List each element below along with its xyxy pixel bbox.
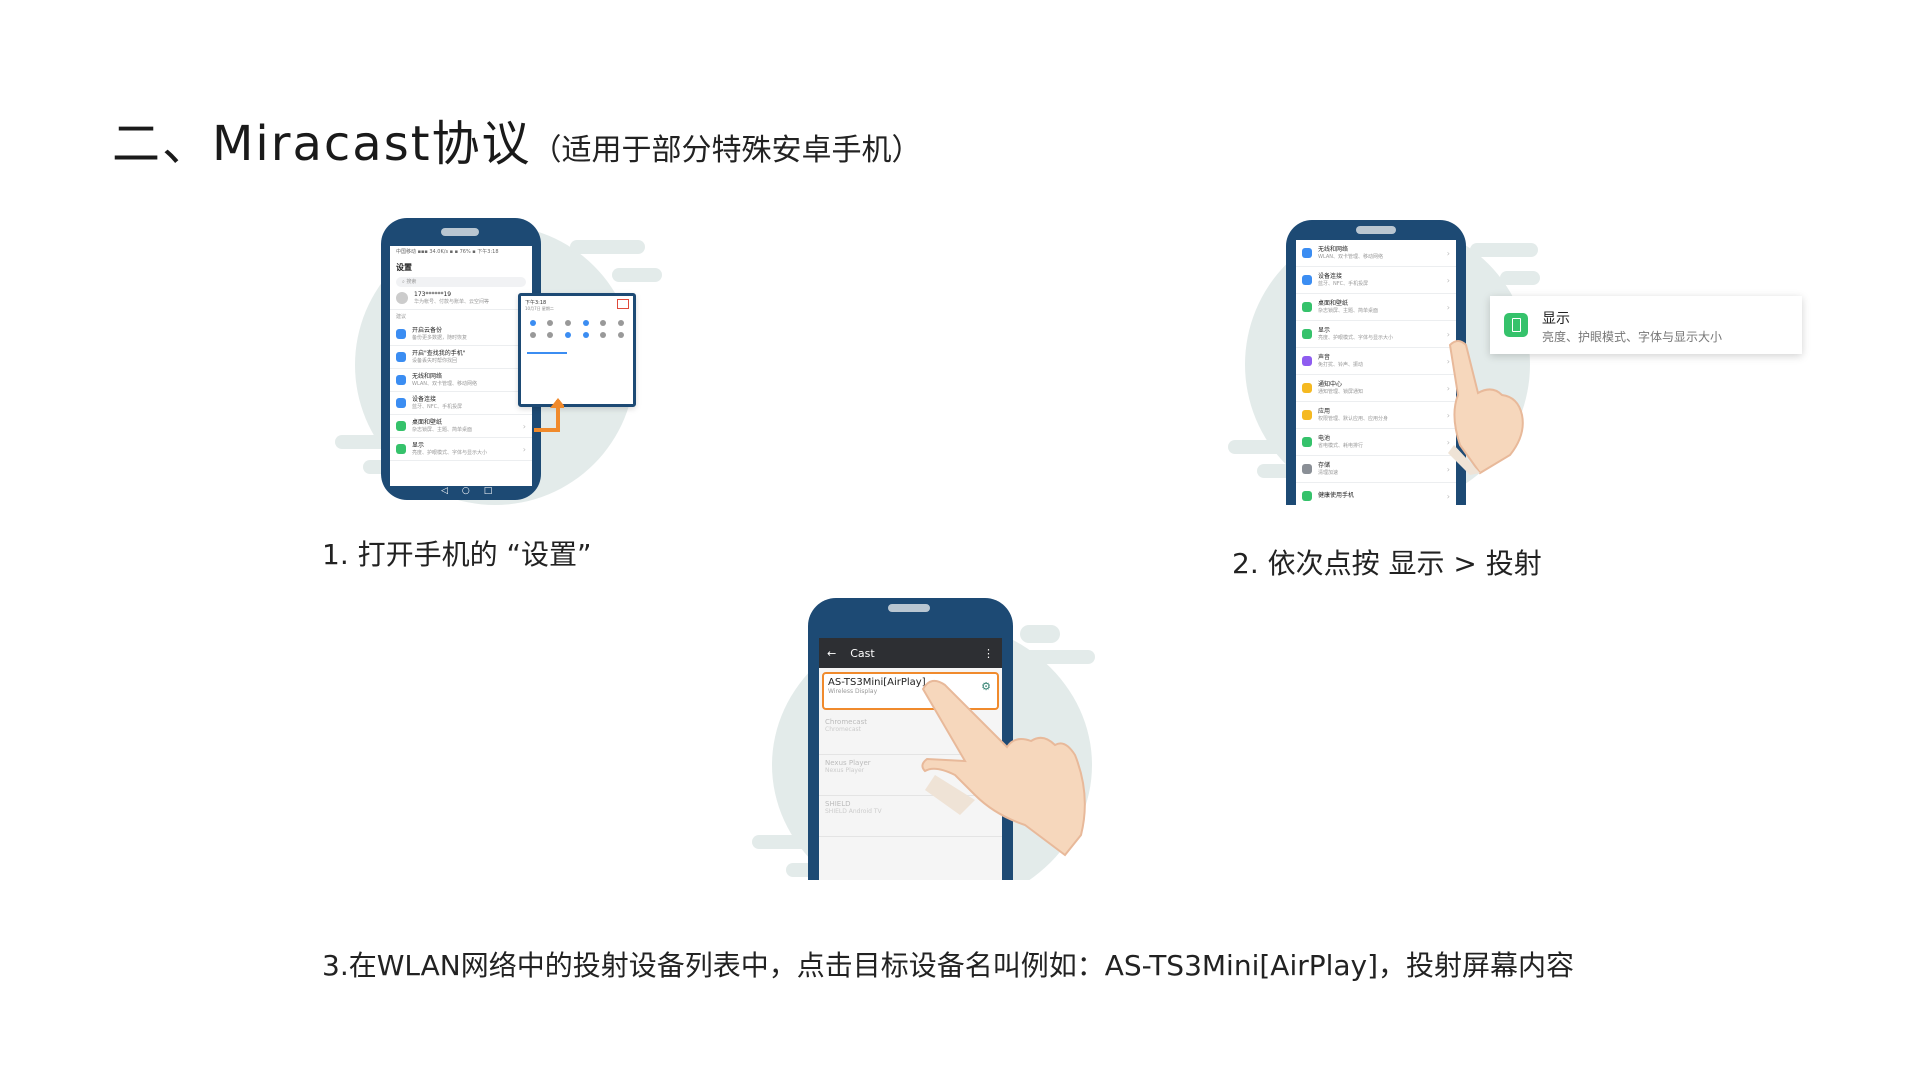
phone-2-screen: 无线和网络 WLAN、双卡管理、移动网络 › 设备连接 蓝牙、NFC、手机投屏 … [1296,240,1456,530]
page-title: 二、Miracast协议（适用于部分特殊安卓手机） [112,104,922,174]
qs-toggle-grid [521,312,633,346]
cloud-decoration [1500,271,1540,285]
rotate-icon[interactable] [618,320,625,326]
avatar [396,292,408,304]
setting-icon [1302,302,1312,312]
bluetooth-icon[interactable] [547,320,554,326]
airplane-icon[interactable] [547,332,554,338]
location-icon[interactable] [565,332,572,338]
settings-item[interactable]: 通知中心 通知管理、锁屏通知 › [1296,375,1456,402]
phone-speaker [441,228,479,236]
data-icon[interactable] [600,320,607,326]
settings-item[interactable]: 存储 清理加速 › [1296,456,1456,483]
setting-icon [1302,437,1312,447]
account-row[interactable]: 173******19 华为帐号、付款与账单、云空间等 [390,287,532,310]
back-icon[interactable]: ← [827,647,836,660]
search-input[interactable]: ⌕ 搜索 [396,277,526,287]
settings-item[interactable]: 显示 亮度、护眼模式、字体与显示大小 › [1296,321,1456,348]
section-label: 建议 [396,314,407,320]
settings-item[interactable]: 显示 亮度、护眼模式、字体与显示大小 › [390,438,532,461]
cloud-decoration [1020,650,1095,664]
settings-item[interactable]: 声音 免打扰、铃声、振动 › [1296,348,1456,375]
display-callout: 显示 亮度、护眼模式、字体与显示大小 [1490,296,1802,354]
chevron-right-icon: › [522,421,526,431]
setting-icon [396,352,406,362]
settings-list: 开启云备份 备份更多数据，随时恢复 › 开启"查找我的手机" 设备丢失时帮你找回… [390,323,532,461]
chevron-right-icon: › [522,444,526,454]
status-bar: 中国移动 ▪▪▪ 34.0K/s ▪ ▪ 76% ▪ 下午3:18 [396,249,499,255]
flashlight-icon[interactable] [565,320,572,326]
pointing-hand [1448,340,1524,475]
cloud-decoration [1020,625,1060,643]
brightness-slider[interactable] [527,352,567,354]
settings-item[interactable]: 应用 权限管理、默认应用、应用分身 › [1296,402,1456,429]
settings-item[interactable]: 桌面和壁纸 杂志锁屏、主题、简单桌面 › [1296,294,1456,321]
settings-item[interactable]: 桌面和壁纸 杂志锁屏、主题、简单桌面 › [390,415,532,438]
clip-mask [800,880,1040,940]
quick-settings-panel: 下午3:18 10月7日 星期二 [518,293,636,407]
eye-comfort-icon[interactable] [582,320,589,326]
setting-icon [1302,275,1312,285]
setting-icon [1302,356,1312,366]
callout-desc: 亮度、护眼模式、字体与显示大小 [1542,330,1723,344]
wifi-icon[interactable] [529,320,536,326]
step-1-caption: 1. 打开手机的 “设置” [322,538,592,571]
chevron-right-icon: › [1446,302,1450,312]
phone-2: 无线和网络 WLAN、双卡管理、移动网络 › 设备连接 蓝牙、NFC、手机投屏 … [1286,220,1466,530]
chevron-right-icon: › [1446,275,1450,285]
setting-icon [1302,383,1312,393]
screenshot-icon[interactable] [618,332,625,338]
settings-item[interactable]: 电池 省电模式、耗电排行 › [1296,429,1456,456]
title-subtitle: （适用于部分特殊安卓手机） [531,133,922,168]
settings-item[interactable]: 开启"查找我的手机" 设备丢失时帮你找回 › [390,346,532,369]
settings-title: 设置 [396,263,412,272]
toolbar-title: Cast [850,646,875,660]
phone-1-screen: 中国移动 ▪▪▪ 34.0K/s ▪ ▪ 76% ▪ 下午3:18 设置 ⌕ 搜… [390,246,532,486]
setting-icon [396,421,406,431]
pointing-hand [921,679,1086,857]
step-3-caption: 3.在WLAN网络中的投射设备列表中，点击目标设备名叫例如：AS-TS3Mini… [322,949,1575,982]
share-icon[interactable] [529,332,536,338]
callout-title: 显示 [1542,311,1570,327]
settings-item[interactable]: 设备连接 蓝牙、NFC、手机投屏 › [1296,267,1456,294]
setting-icon [1302,248,1312,258]
phone-speaker [888,604,930,612]
cloud-decoration [570,240,645,254]
setting-icon [396,375,406,385]
hotspot-icon[interactable] [582,332,589,338]
gear-icon[interactable] [617,299,629,309]
setting-icon [1302,329,1312,339]
settings-list: 无线和网络 WLAN、双卡管理、移动网络 › 设备连接 蓝牙、NFC、手机投屏 … [1296,240,1456,510]
menu-icon[interactable]: ⋮ [983,647,994,660]
settings-item[interactable]: 无线和网络 WLAN、双卡管理、移动网络 › [390,369,532,392]
setting-icon [1302,464,1312,474]
settings-item[interactable]: 设备连接 蓝牙、NFC、手机投屏 › [390,392,532,415]
cloud-decoration [612,268,662,282]
chevron-right-icon: › [1446,491,1450,501]
phone-speaker [1356,226,1396,234]
chevron-right-icon: › [1446,248,1450,258]
setting-icon [396,329,406,339]
setting-icon [1302,491,1312,501]
arrow-icon [534,398,564,432]
step-2-caption: 2. 依次点按 显示 > 投射 [1232,547,1542,580]
setting-icon [396,444,406,454]
cloud-decoration [1470,243,1538,257]
title-main: 二、Miracast协议 [112,116,532,172]
phone-1: 中国移动 ▪▪▪ 34.0K/s ▪ ▪ 76% ▪ 下午3:18 设置 ⌕ 搜… [381,218,541,500]
cast-toolbar: ← Cast ⋮ [819,638,1002,668]
nav-buttons: ◁○□ [441,486,507,496]
setting-icon [1302,410,1312,420]
settings-item[interactable]: 无线和网络 WLAN、双卡管理、移动网络 › [1296,240,1456,267]
setting-icon [396,398,406,408]
clip-mask [1270,505,1490,545]
display-setting-icon [1504,313,1528,337]
settings-item[interactable]: 开启云备份 备份更多数据，随时恢复 › [390,323,532,346]
nfc-icon[interactable] [600,332,607,338]
